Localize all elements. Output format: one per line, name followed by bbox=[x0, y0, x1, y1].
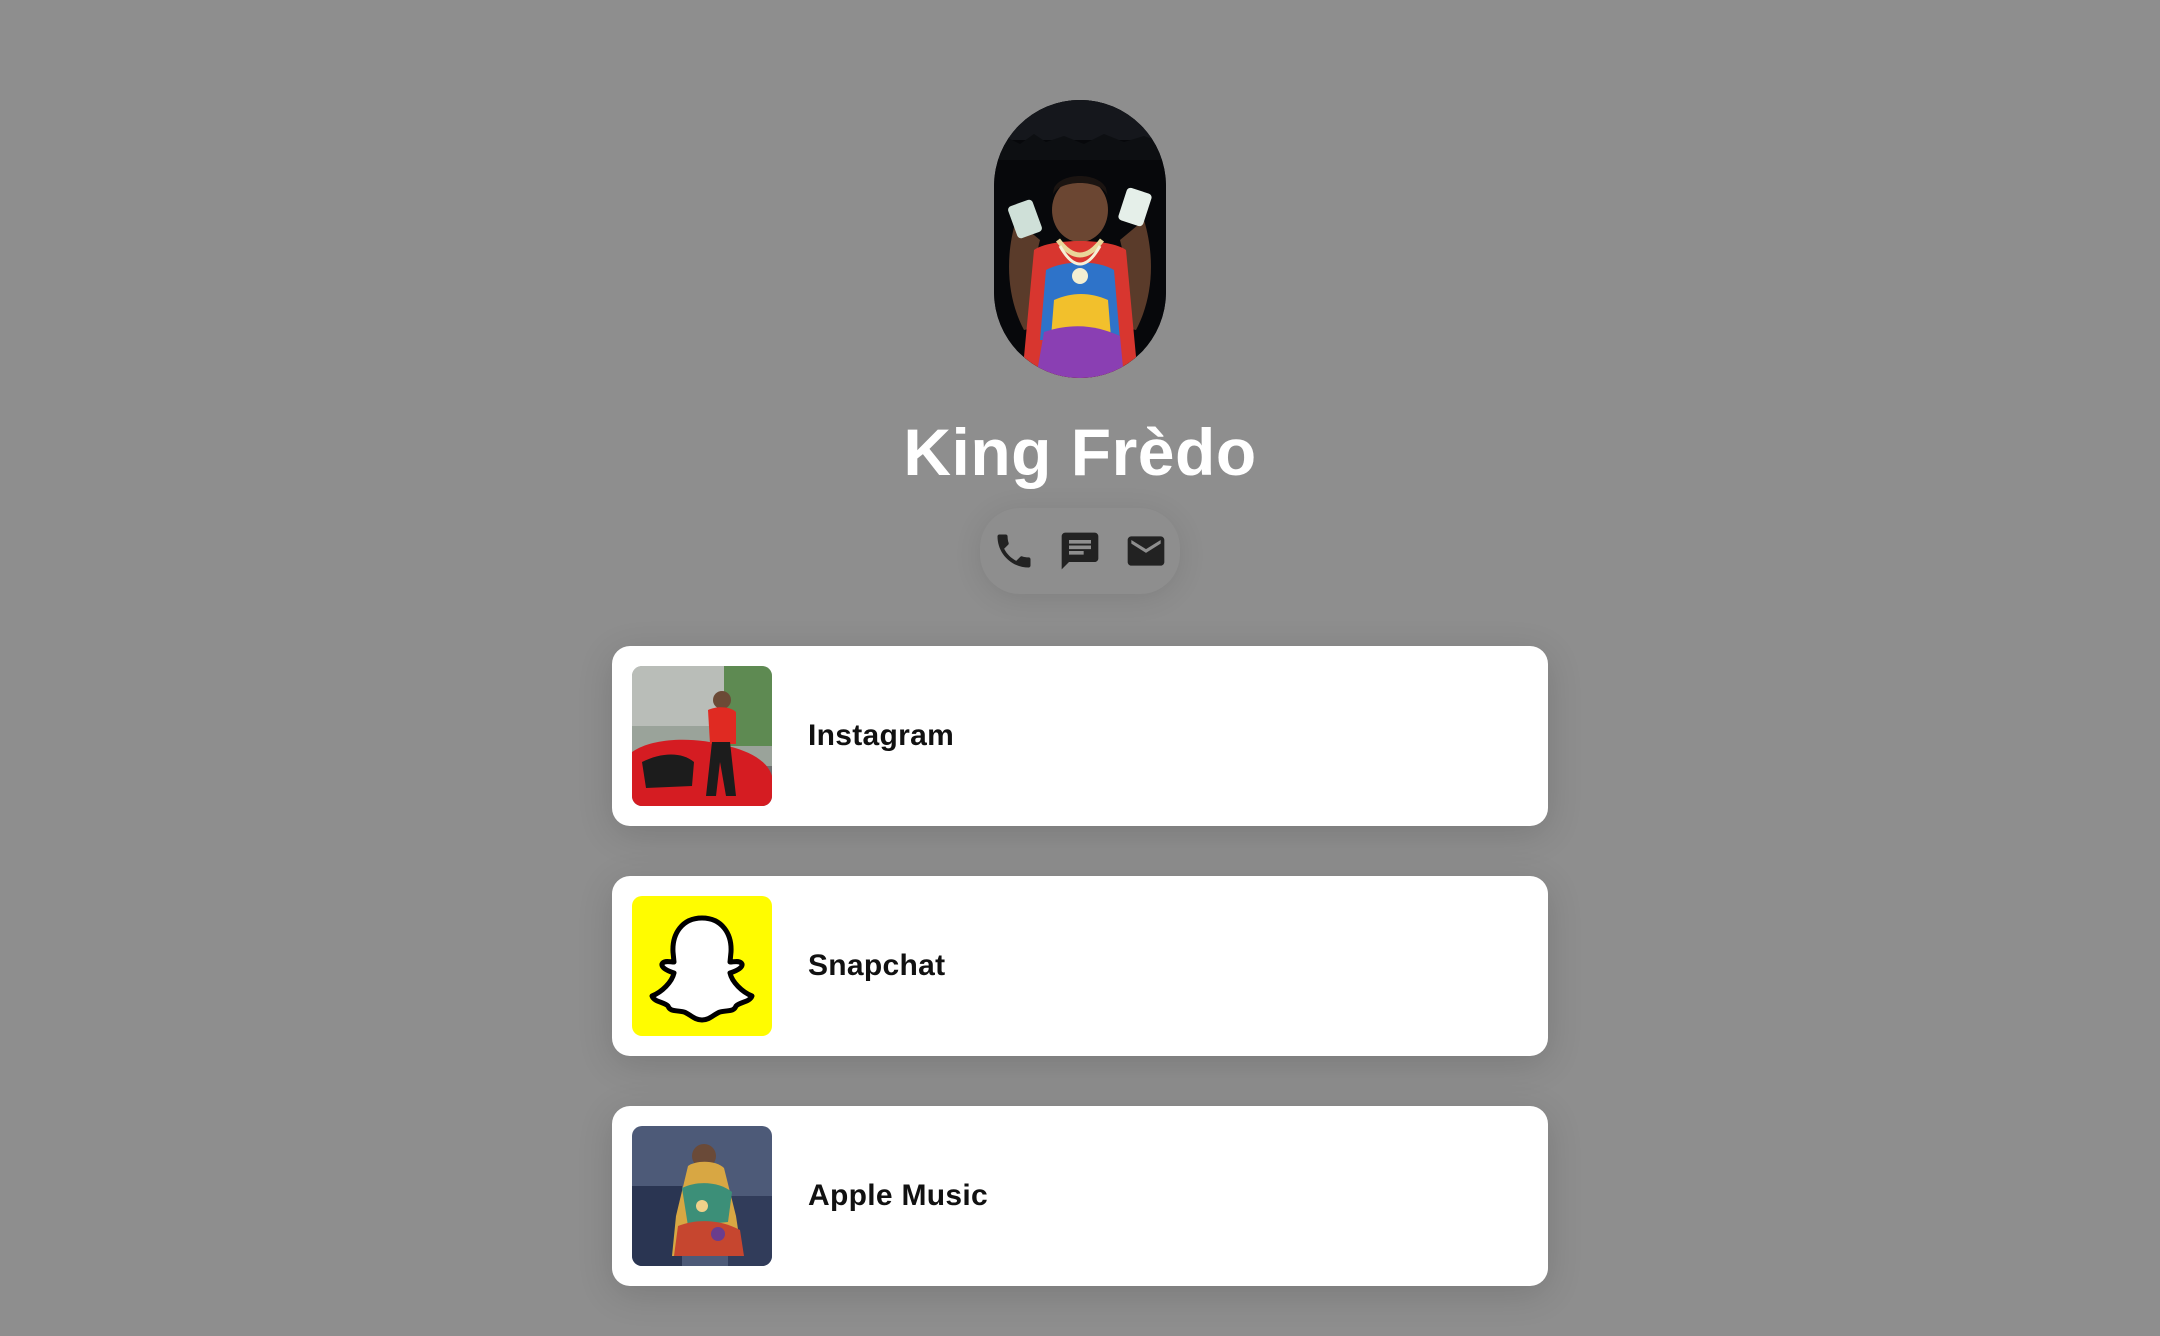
email-icon[interactable] bbox=[1124, 529, 1168, 573]
profile-avatar bbox=[994, 100, 1166, 378]
link-card-apple-music[interactable]: Apple Music bbox=[612, 1106, 1548, 1286]
message-icon[interactable] bbox=[1058, 529, 1102, 573]
contact-icons bbox=[980, 508, 1180, 594]
link-card-snapchat[interactable]: Snapchat bbox=[612, 876, 1548, 1056]
instagram-thumbnail bbox=[632, 666, 772, 806]
avatar-photo bbox=[994, 100, 1166, 378]
link-card-instagram[interactable]: Instagram bbox=[612, 646, 1548, 826]
link-label: Snapchat bbox=[808, 949, 946, 982]
snapchat-ghost-logo bbox=[632, 896, 772, 1036]
apple-music-thumbnail bbox=[632, 1126, 772, 1266]
phone-icon[interactable] bbox=[992, 529, 1036, 573]
link-in-bio-page: King Frèdo Instagram Snapchat Apple Musi… bbox=[0, 0, 2160, 1300]
link-label: Instagram bbox=[808, 719, 955, 752]
link-list: Instagram Snapchat Apple Music bbox=[612, 646, 1548, 1336]
profile-name: King Frèdo bbox=[903, 415, 1257, 489]
link-label: Apple Music bbox=[808, 1179, 988, 1212]
